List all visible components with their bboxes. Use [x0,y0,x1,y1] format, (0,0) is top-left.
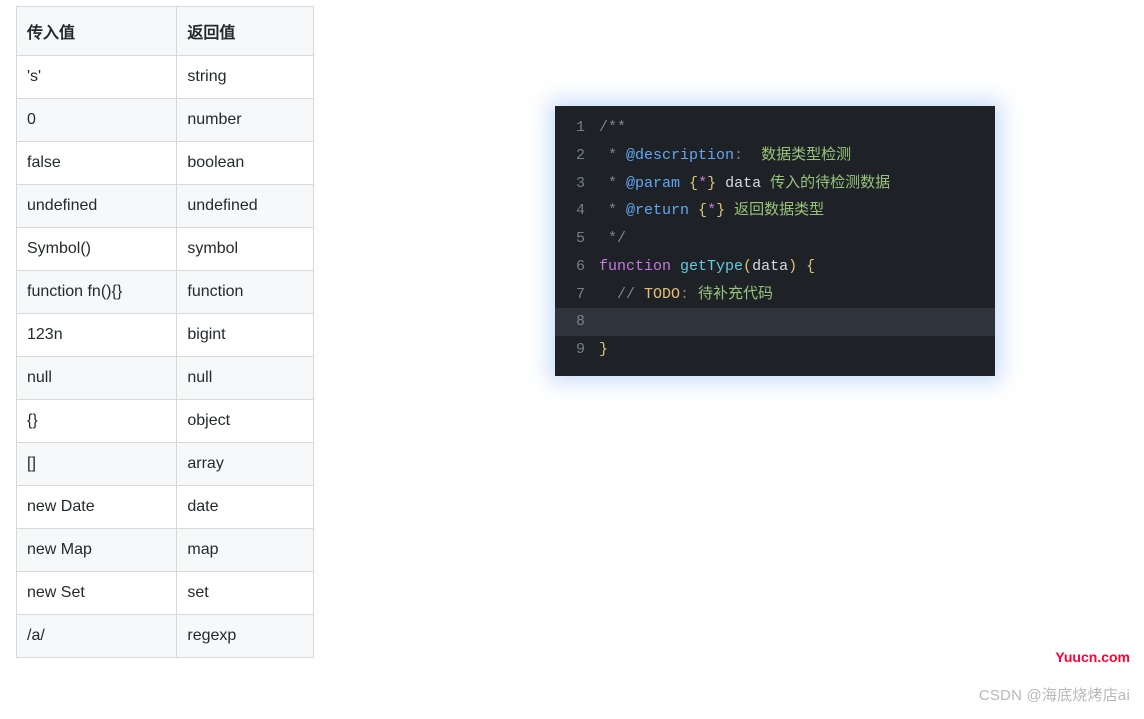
line-number: 9 [555,336,599,364]
cell-input: /a/ [17,615,177,658]
cell-input: new Date [17,486,177,529]
table-row: {}object [17,400,314,443]
type-table: 传入值 返回值 's'string0numberfalsebooleanunde… [16,6,314,658]
line-number: 3 [555,170,599,198]
table-row: 123nbigint [17,314,314,357]
brand-text: Yuucn.com [1055,649,1130,665]
code-line: * @return {*} 返回数据类型 [599,197,824,225]
cell-return: date [177,486,314,529]
line-number: 2 [555,142,599,170]
cell-input: new Map [17,529,177,572]
table-row: new Datedate [17,486,314,529]
table-row: Symbol()symbol [17,228,314,271]
cell-input: new Set [17,572,177,615]
code-line: } [599,336,608,364]
cell-return: symbol [177,228,314,271]
cell-input: function fn(){} [17,271,177,314]
cell-input: null [17,357,177,400]
table-element: 传入值 返回值 's'string0numberfalsebooleanunde… [16,6,314,658]
line-number: 4 [555,197,599,225]
cell-return: function [177,271,314,314]
line-number: 1 [555,114,599,142]
table-row: falseboolean [17,142,314,185]
line-number: 6 [555,253,599,281]
cell-return: set [177,572,314,615]
code-line: /** [599,114,626,142]
cell-return: string [177,56,314,99]
table-row: 0number [17,99,314,142]
cell-return: array [177,443,314,486]
cell-return: regexp [177,615,314,658]
cell-input: false [17,142,177,185]
code-line: */ [599,225,626,253]
header-return: 返回值 [177,7,314,56]
cell-return: number [177,99,314,142]
table-row: undefinedundefined [17,185,314,228]
table-row: /a/regexp [17,615,314,658]
code-line: * @param {*} data 传入的待检测数据 [599,170,890,198]
code-line: * @description: 数据类型检测 [599,142,851,170]
table-row: []array [17,443,314,486]
code-line: // TODO: 待补充代码 [599,281,773,309]
cell-return: object [177,400,314,443]
cell-return: null [177,357,314,400]
cell-input: {} [17,400,177,443]
line-number: 7 [555,281,599,309]
watermark-text: CSDN @海底烧烤店ai [979,684,1130,705]
code-editor: 1 /** 2 * @description: 数据类型检测 3 * @para… [555,106,995,376]
code-line: function getType(data) { [599,253,815,281]
cell-input: Symbol() [17,228,177,271]
cell-input: 123n [17,314,177,357]
table-row: 's'string [17,56,314,99]
cell-return: bigint [177,314,314,357]
table-row: nullnull [17,357,314,400]
cell-input: 0 [17,99,177,142]
line-number: 5 [555,225,599,253]
header-input: 传入值 [17,7,177,56]
cell-return: boolean [177,142,314,185]
cell-return: map [177,529,314,572]
table-row: new Setset [17,572,314,615]
table-row: new Mapmap [17,529,314,572]
cell-input: undefined [17,185,177,228]
table-row: function fn(){}function [17,271,314,314]
line-number: 8 [555,308,599,336]
cell-return: undefined [177,185,314,228]
cell-input: 's' [17,56,177,99]
cell-input: [] [17,443,177,486]
